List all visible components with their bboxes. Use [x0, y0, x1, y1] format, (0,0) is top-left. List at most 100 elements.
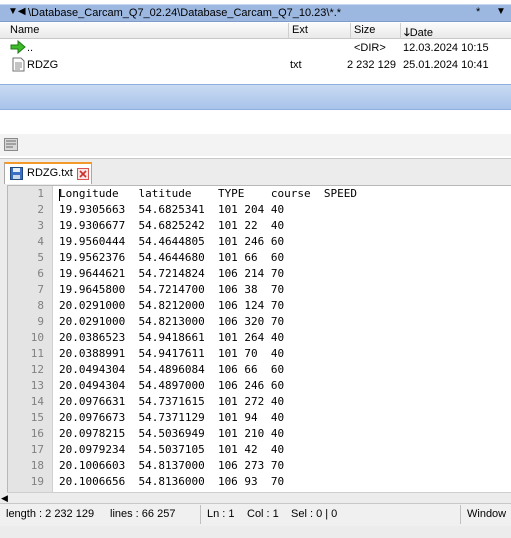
file-name: .. — [27, 42, 34, 54]
line-number: 6 — [37, 267, 44, 280]
status-eol: Window — [467, 508, 507, 520]
line-number: 8 — [37, 299, 44, 312]
column-name[interactable]: Name — [10, 24, 39, 36]
status-ln: Ln : 1 — [207, 508, 235, 520]
line-text: 20.0388991 54.9417611 101 70 40 — [59, 347, 285, 360]
line-text: 20.0494304 54.4896084 106 66 60 — [59, 363, 285, 376]
editor-line[interactable]: 16 20.0978215 54.5036949 101 210 40 — [8, 426, 511, 442]
editor-line[interactable]: 19 20.1006656 54.8136000 106 93 70 — [8, 474, 511, 490]
line-text: 19.9560444 54.4644805 101 246 60 — [59, 235, 285, 248]
line-text: Longitude latitude TYPE course SPEED — [59, 187, 358, 200]
editor-line[interactable]: 7 19.9645800 54.7214700 106 38 70 — [8, 282, 511, 298]
editor-line[interactable]: 2 19.9305663 54.6825341 101 204 40 — [8, 202, 511, 218]
editor-line[interactable]: 17 20.0979234 54.5037105 101 42 40 — [8, 442, 511, 458]
text-file-icon — [12, 57, 25, 75]
line-number: 9 — [37, 315, 44, 328]
text-cursor — [59, 189, 60, 201]
line-number: 2 — [37, 203, 44, 216]
editor-line[interactable]: 13 20.0494304 54.4897000 106 246 60 — [8, 378, 511, 394]
line-text: 20.0386523 54.9418661 101 264 40 — [59, 331, 285, 344]
column-divider[interactable] — [350, 23, 351, 38]
editor-line[interactable]: 14 20.0976631 54.7371615 101 272 40 — [8, 394, 511, 410]
status-bar: length : 2 232 129 lines : 66 257 Ln : 1… — [0, 503, 511, 526]
text-editor[interactable]: 1 Longitude latitude TYPE course SPEED 2 19… — [7, 185, 511, 493]
editor-line[interactable]: 5 19.9562376 54.4644680 101 66 60 — [8, 250, 511, 266]
line-number: 15 — [30, 411, 44, 424]
drive-dropdown-icon[interactable]: ▼◀ — [8, 6, 26, 17]
command-line-area — [0, 84, 511, 110]
column-size[interactable]: Size — [354, 24, 375, 36]
status-col: Col : 1 — [247, 508, 279, 520]
line-text: 20.0976631 54.7371615 101 272 40 — [59, 395, 285, 408]
file-date: 25.01.2024 10:41 — [403, 59, 489, 71]
line-text: 19.9305663 54.6825341 101 204 40 — [59, 203, 285, 216]
editor-line[interactable]: 11 20.0388991 54.9417611 101 70 40 — [8, 346, 511, 362]
line-number: 7 — [37, 283, 44, 296]
editor-line[interactable]: 3 19.9306677 54.6825242 101 22 40 — [8, 218, 511, 234]
line-number: 1 — [37, 187, 44, 200]
status-separator — [460, 505, 461, 524]
line-text: 20.1006603 54.8137000 106 273 70 — [59, 459, 285, 472]
file-row-rdzg[interactable]: RDZG txt 2 232 129 25.01.2024 10:41 — [0, 57, 511, 74]
line-text: 19.9645800 54.7214700 106 38 70 — [59, 283, 285, 296]
editor-line[interactable]: 6 19.9644621 54.7214824 106 214 70 — [8, 266, 511, 282]
history-dropdown-icon[interactable]: ▼ — [496, 6, 506, 17]
line-number: 10 — [30, 331, 44, 344]
file-ext: txt — [290, 59, 302, 71]
line-text: 20.1006656 54.8136000 106 93 70 — [59, 475, 285, 488]
line-number: 5 — [37, 251, 44, 264]
line-number: 14 — [30, 395, 44, 408]
file-list-header: Name Ext Size 🡓Date — [0, 23, 511, 39]
editor-toolbar — [0, 134, 511, 156]
close-icon[interactable] — [77, 168, 89, 183]
status-length: length : 2 232 129 — [6, 508, 95, 520]
editor-line[interactable]: 15 20.0976673 54.7371129 101 94 40 — [8, 410, 511, 426]
file-row-parent[interactable]: .. <DIR> 12.03.2024 10:15 — [0, 39, 511, 57]
line-number: 4 — [37, 235, 44, 248]
editor-line[interactable]: 18 20.1006603 54.8137000 106 273 70 — [8, 458, 511, 474]
tab-label: RDZG.txt — [27, 167, 73, 179]
line-number: 3 — [37, 219, 44, 232]
line-number: 18 — [30, 459, 44, 472]
line-number: 12 — [30, 363, 44, 376]
line-number: 13 — [30, 379, 44, 392]
filter-star[interactable]: * — [476, 6, 480, 18]
file-date: 12.03.2024 10:15 — [403, 42, 489, 54]
line-text: 20.0979234 54.5037105 101 42 40 — [59, 443, 285, 456]
line-text: 20.0978215 54.5036949 101 210 40 — [59, 427, 285, 440]
line-number: 11 — [30, 347, 44, 360]
tab-bar: RDZG.txt — [0, 159, 511, 184]
line-number: 17 — [30, 443, 44, 456]
status-lines: lines : 66 257 — [110, 508, 176, 520]
line-text: 20.0976673 54.7371129 101 94 40 — [59, 411, 285, 424]
editor-line[interactable]: 10 20.0386523 54.9418661 101 264 40 — [8, 330, 511, 346]
column-divider[interactable] — [400, 23, 401, 38]
editor-line[interactable]: 4 19.9560444 54.4644805 101 246 60 — [8, 234, 511, 250]
path-bar[interactable]: ▼◀ \Database_Carcam_Q7_02.24\Database_Ca… — [0, 4, 511, 22]
file-size: 2 232 129 — [347, 59, 396, 71]
current-path[interactable]: \Database_Carcam_Q7_02.24\Database_Carca… — [28, 7, 341, 19]
document-map-icon[interactable] — [4, 138, 18, 154]
line-number: 19 — [30, 475, 44, 488]
file-size: <DIR> — [354, 42, 386, 54]
file-list: .. <DIR> 12.03.2024 10:15 RDZG txt 2 232… — [0, 39, 511, 84]
editor-line[interactable]: 9 20.0291000 54.8213000 106 320 70 — [8, 314, 511, 330]
editor-line[interactable]: 8 20.0291000 54.8212000 106 124 70 — [8, 298, 511, 314]
notepad-window: RDZG.txt 1 Longitude latitude TYPE course… — [0, 158, 511, 538]
line-text: 19.9562376 54.4644680 101 66 60 — [59, 251, 285, 264]
line-number: 16 — [30, 427, 44, 440]
tab-rdzg[interactable]: RDZG.txt — [4, 162, 92, 184]
save-disk-icon — [10, 167, 23, 183]
up-arrow-icon — [10, 39, 26, 57]
line-text: 20.0494304 54.4897000 106 246 60 — [59, 379, 285, 392]
file-name: RDZG — [27, 59, 59, 71]
column-divider[interactable] — [288, 23, 289, 38]
editor-line[interactable]: 12 20.0494304 54.4896084 106 66 60 — [8, 362, 511, 378]
editor-line[interactable]: 1 Longitude latitude TYPE course SPEED — [8, 186, 511, 202]
column-ext[interactable]: Ext — [292, 24, 308, 36]
status-sel: Sel : 0 | 0 — [291, 508, 338, 520]
status-separator — [200, 505, 201, 524]
line-text: 19.9306677 54.6825242 101 22 40 — [59, 219, 285, 232]
line-text: 19.9644621 54.7214824 106 214 70 — [59, 267, 285, 280]
line-text: 20.0291000 54.8213000 106 320 70 — [59, 315, 285, 328]
